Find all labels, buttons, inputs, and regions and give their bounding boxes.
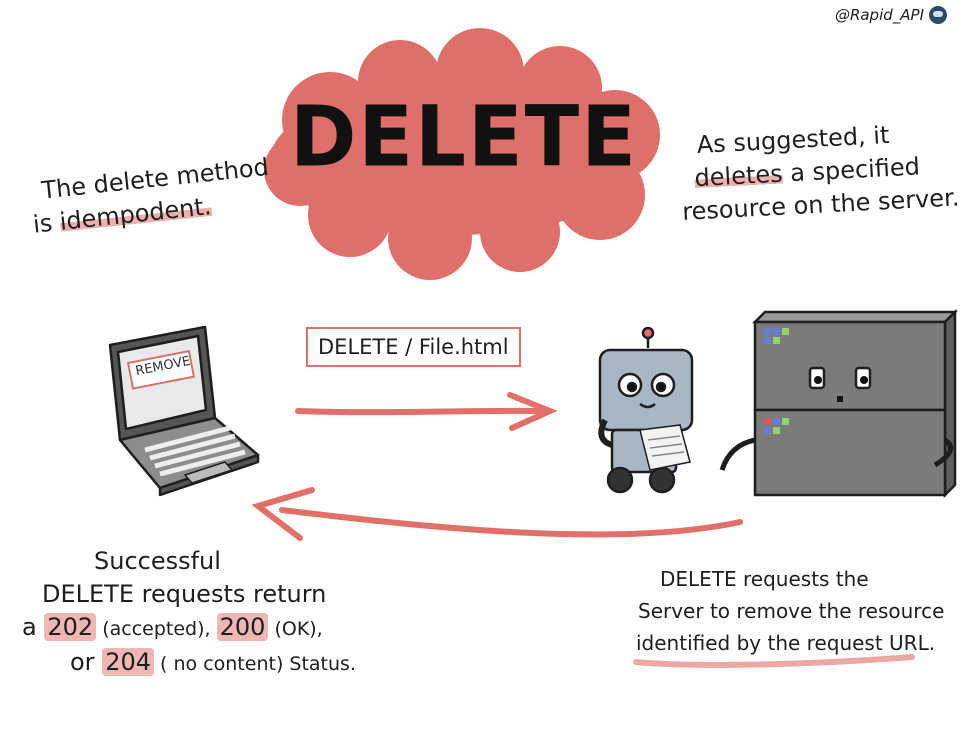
server-icon [719,308,959,499]
bottom-left-note: Successful DELETE requests return a 202 … [22,545,382,681]
code-204: 204 [102,648,154,676]
bottom-left-line4: or 204 ( no content) Status. [70,648,356,676]
bottom-left-line3: a 202 (accepted), 200 (OK), [22,613,323,641]
bottom-right-line3: identified by the request URL. [636,631,936,655]
bottom-left-line1: Successful [94,547,221,575]
rapidapi-handle: @Rapid_API [835,6,947,24]
robot-icon [598,326,694,494]
rapidapi-logo-icon [929,6,947,24]
laptop-icon [108,325,260,497]
request-label: DELETE / File.html [306,327,521,367]
code-202: 202 [44,613,97,641]
bottom-right-line2: Server to remove the resource [638,599,945,623]
page-title: DELETE [290,87,638,186]
bottom-left-line2: DELETE requests return [42,580,327,608]
right-note: As suggested, it deletes a specified res… [678,115,960,228]
handle-text: @Rapid_API [834,6,924,24]
code-200: 200 [216,613,269,641]
bottom-right-note: DELETE requests the Server to remove the… [630,563,944,659]
response-arrow [251,487,743,541]
deletes-highlight: deletes [693,159,784,193]
request-arrow [295,392,558,431]
bottom-right-line1: DELETE requests the [660,567,869,591]
